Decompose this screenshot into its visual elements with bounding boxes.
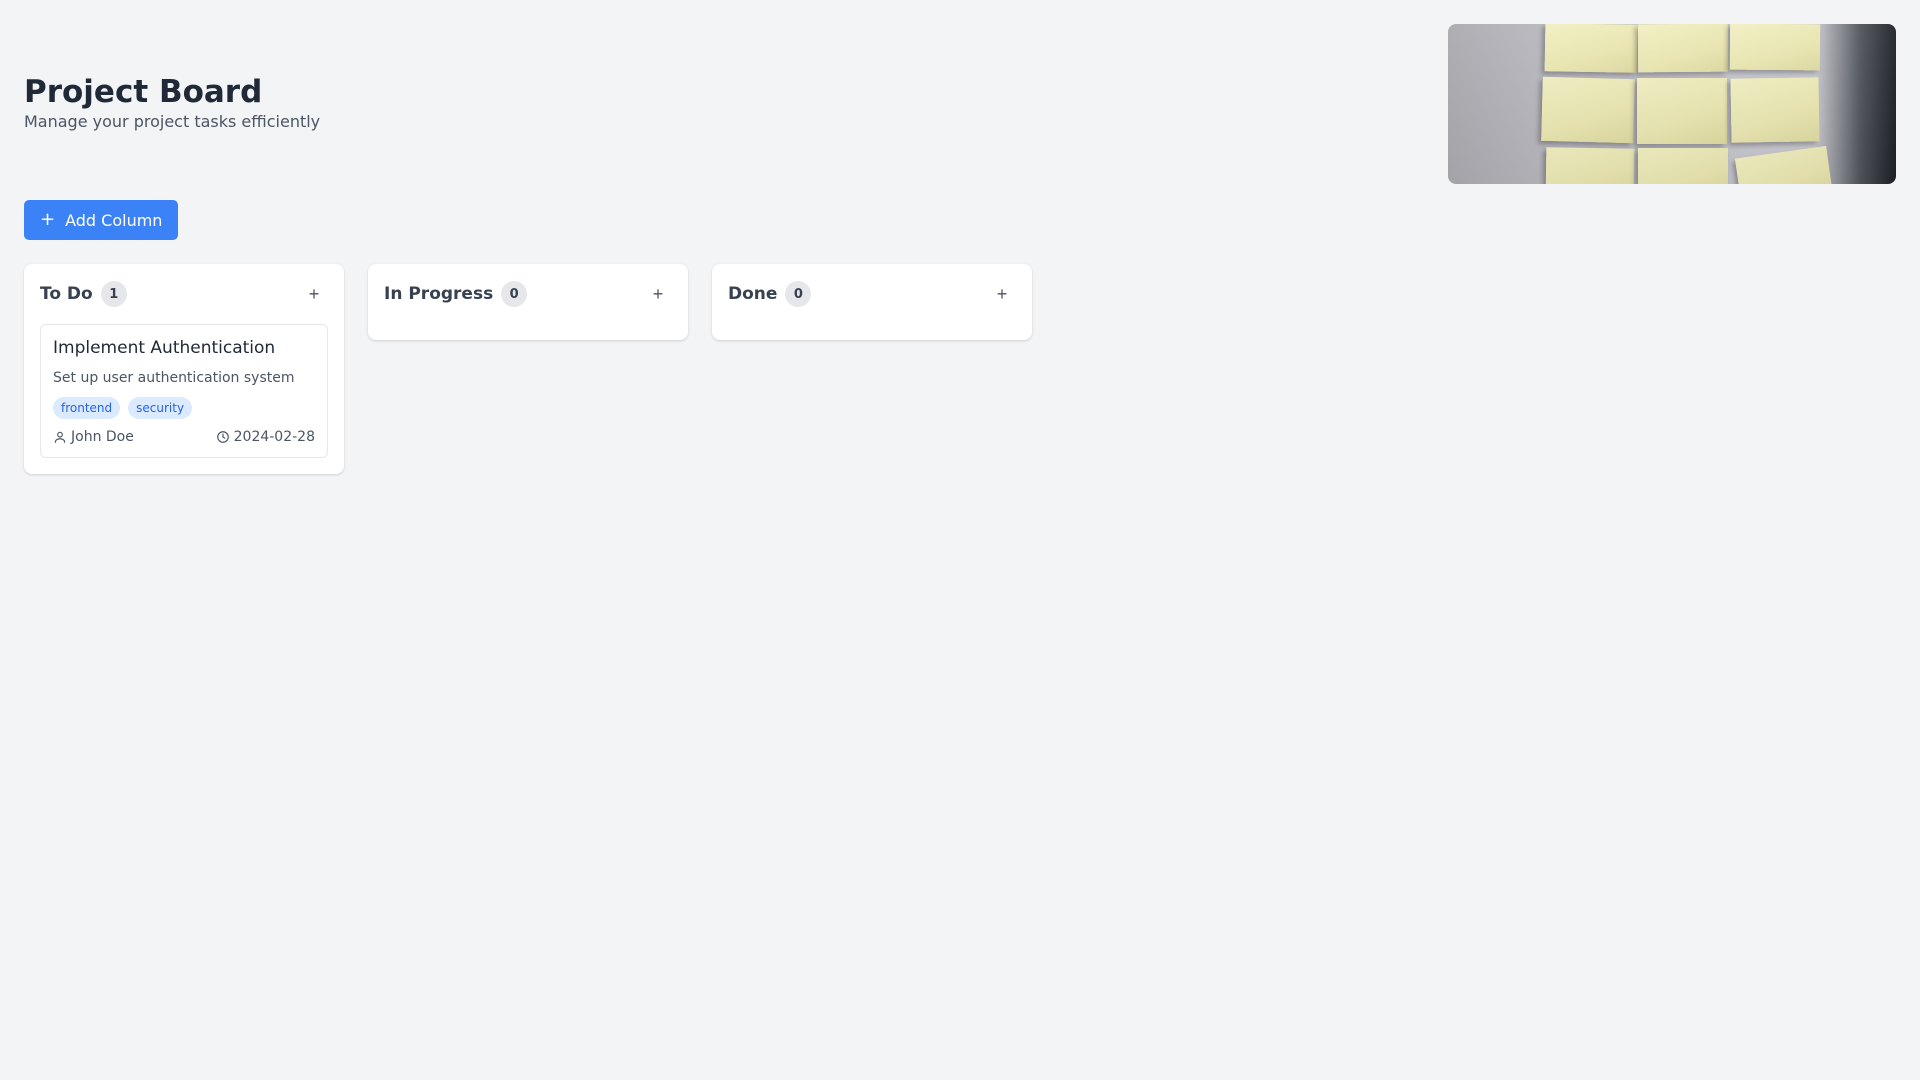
plus-icon: + [308,284,320,304]
card-assignee: John Doe [53,429,134,445]
card-due-date: 2024-02-28 [216,429,315,445]
page-header: Project Board Manage your project tasks … [24,72,320,132]
column-count-badge: 0 [501,281,528,307]
header-image [1448,24,1896,184]
card-footer: John Doe 2024-02-28 [53,429,315,445]
column-in-progress: In Progress 0 + [368,264,688,340]
column-todo: To Do 1 + Implement Authentication Set u… [24,264,344,474]
card-list: Implement Authentication Set up user aut… [40,324,328,458]
column-title: To Do [40,284,93,304]
task-card[interactable]: Implement Authentication Set up user aut… [40,324,328,458]
column-header: In Progress 0 + [384,280,672,308]
page-title: Project Board [24,74,263,110]
tag-badge: security [128,397,193,419]
plus-icon: + [40,209,56,230]
tag-badge: frontend [53,397,121,419]
column-count-badge: 1 [100,281,127,307]
add-card-button[interactable]: + [300,280,328,308]
add-column-label: Add Column [65,210,163,230]
column-done: Done 0 + [712,264,1032,340]
page: Project Board Manage your project tasks … [0,0,1920,1080]
column-header: To Do 1 + [40,280,328,308]
column-count-badge: 0 [785,281,812,307]
card-tags: frontend security [53,397,315,419]
user-icon [53,430,67,444]
add-column-button[interactable]: + Add Column [24,200,179,240]
column-header: Done 0 + [728,280,1016,308]
kanban-board: To Do 1 + Implement Authentication Set u… [24,264,1032,474]
add-card-button[interactable]: + [644,280,672,308]
plus-icon: + [652,284,664,304]
page-subtitle: Manage your project tasks efficiently [24,112,321,131]
card-title: Implement Authentication [53,338,276,358]
plus-icon: + [996,284,1008,304]
due-date-text: 2024-02-28 [233,429,315,445]
assignee-name: John Doe [71,429,134,445]
column-title: Done [728,284,778,304]
column-title: In Progress [384,284,494,304]
card-description: Set up user authentication system [53,370,295,386]
clock-icon [216,430,230,444]
add-card-button[interactable]: + [988,280,1016,308]
